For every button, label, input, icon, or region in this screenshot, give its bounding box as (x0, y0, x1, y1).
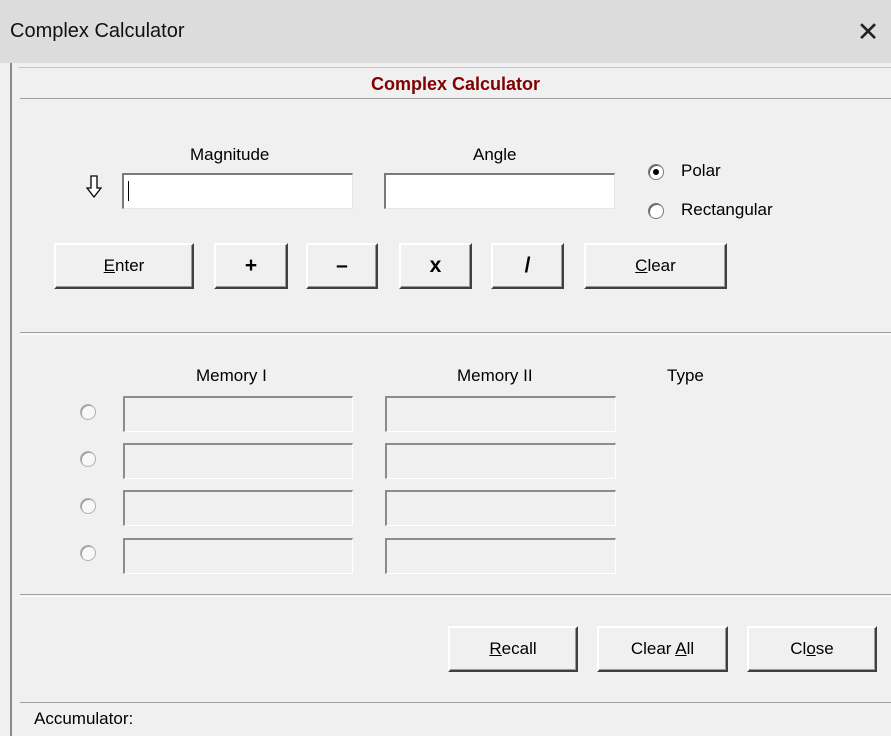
clear-all-accel: A (675, 639, 687, 658)
dialog-header: Complex Calculator (20, 69, 891, 99)
angle-label: Angle (473, 145, 517, 164)
memory1-field-4 (123, 538, 353, 574)
window-titlebar: Complex Calculator ✕ (0, 0, 891, 63)
close-prefix: Cl (790, 639, 807, 658)
clear-all-rest: ll (686, 639, 695, 658)
enter-rest: nter (115, 256, 145, 275)
rectangular-radio[interactable] (648, 203, 664, 219)
memory2-field-4 (385, 538, 616, 574)
window-title: Complex Calculator (10, 20, 185, 42)
section-divider (20, 594, 891, 597)
section-divider (20, 332, 891, 335)
down-arrow-icon (86, 175, 102, 199)
angle-input[interactable] (384, 173, 615, 209)
recall-rest: ecall (501, 639, 537, 658)
type-header: Type (667, 366, 704, 385)
divide-button[interactable]: / (491, 243, 564, 289)
memory2-field-2 (385, 443, 616, 479)
recall-button[interactable]: Recall (448, 626, 578, 672)
memory2-field-3 (385, 490, 616, 526)
memory-row-radio-3[interactable] (80, 498, 96, 514)
dialog-heading: Complex Calculator (370, 74, 541, 94)
polar-label: Polar (681, 161, 721, 180)
add-button[interactable]: + (214, 243, 288, 289)
rectangular-label: Rectangular (681, 200, 773, 219)
subtract-button[interactable]: – (306, 243, 378, 289)
magnitude-input[interactable] (122, 173, 353, 209)
memory1-header: Memory I (196, 366, 267, 385)
close-button[interactable]: Close (747, 626, 877, 672)
radio-selected-dot (653, 169, 659, 175)
clear-all-button[interactable]: Clear All (597, 626, 728, 672)
enter-accel: E (103, 256, 116, 275)
memory2-header: Memory II (457, 366, 533, 385)
recall-accel: R (489, 639, 502, 658)
memory-row-radio-4[interactable] (80, 545, 96, 561)
frame-top-line (18, 67, 891, 68)
clear-all-prefix: Clear (630, 639, 676, 658)
text-caret (128, 181, 129, 201)
magnitude-label: Magnitude (190, 145, 270, 164)
close-rest: se (815, 639, 834, 658)
enter-button[interactable]: Enter (54, 243, 194, 289)
status-bar: Accumulator: (20, 702, 891, 736)
polar-radio[interactable] (648, 164, 664, 180)
multiply-button[interactable]: x (399, 243, 472, 289)
memory1-field-2 (123, 443, 353, 479)
accumulator-label: Accumulator: (34, 709, 134, 728)
memory2-field-1 (385, 396, 616, 432)
memory-row-radio-2[interactable] (80, 451, 96, 467)
window-close-icon[interactable]: ✕ (850, 14, 886, 50)
memory1-field-3 (123, 490, 353, 526)
close-accel: o (806, 639, 816, 658)
clear-rest: lear (647, 256, 676, 275)
clear-accel: C (635, 256, 648, 275)
memory1-field-1 (123, 396, 353, 432)
clear-button[interactable]: Clear (584, 243, 727, 289)
memory-row-radio-1[interactable] (80, 404, 96, 420)
